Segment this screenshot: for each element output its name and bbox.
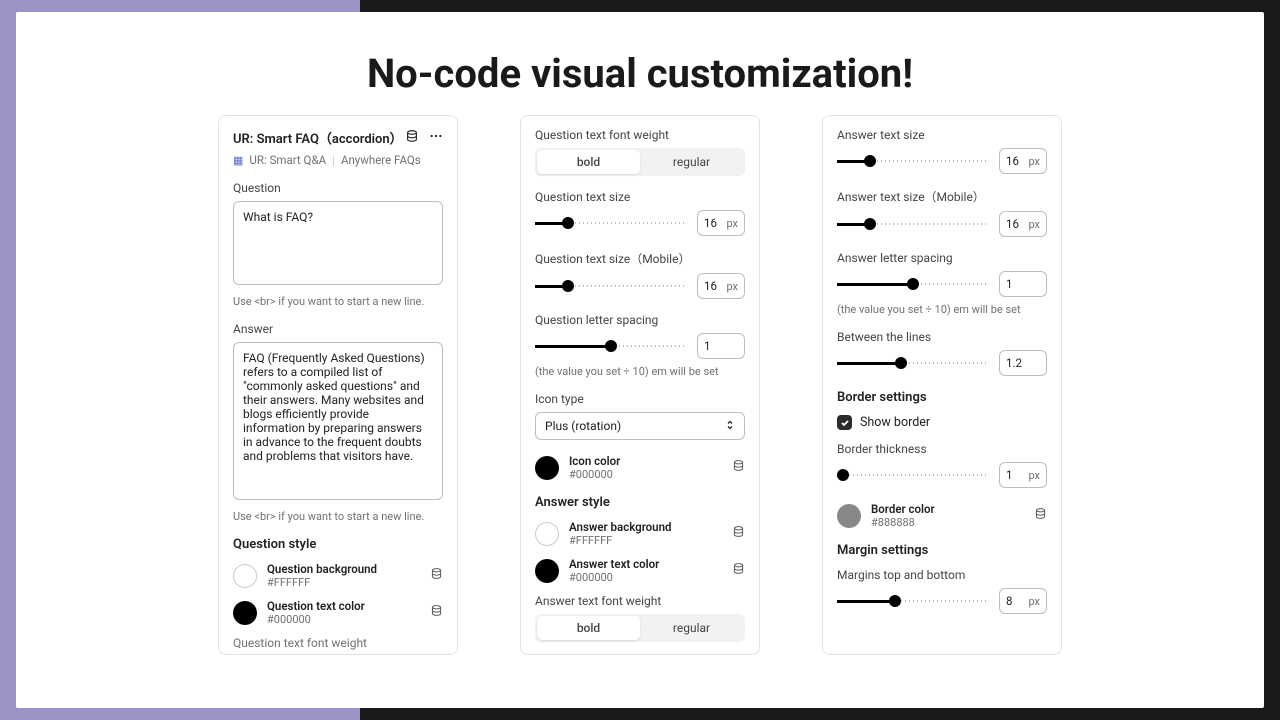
question-hint: Use <br> if you want to start a new line… xyxy=(233,295,443,308)
a-size-m-input[interactable]: 16px xyxy=(999,211,1047,237)
question-label: Question xyxy=(233,181,443,195)
panels-row: UR: Smart FAQ（accordion） ▦ UR: Smart Q&A… xyxy=(16,115,1264,655)
seg-bold-button[interactable]: bold xyxy=(537,150,640,174)
lines-input[interactable]: 1.2 xyxy=(999,350,1047,376)
swatch-black-icon xyxy=(535,456,559,480)
dynamic-source-icon[interactable] xyxy=(405,129,419,147)
q-weight-segmented: bold regular xyxy=(535,148,745,176)
a-ls-label: Answer letter spacing xyxy=(837,251,1047,265)
lines-label: Between the lines xyxy=(837,330,1047,344)
question-weight-label-cut: Question text font weight xyxy=(233,636,443,650)
link-icon[interactable] xyxy=(732,459,745,476)
color-hex: #FFFFFF xyxy=(267,576,420,589)
a-size-slider[interactable] xyxy=(837,154,989,168)
select-value: Plus (rotation) xyxy=(545,419,621,433)
margin-slider[interactable] xyxy=(837,594,989,608)
link-icon[interactable] xyxy=(732,525,745,542)
question-style-title: Question style xyxy=(233,537,443,552)
seg-bold-button[interactable]: bold xyxy=(537,616,640,640)
border-settings-title: Border settings xyxy=(837,390,1047,405)
border-thick-input[interactable]: 1px xyxy=(999,462,1047,488)
color-name: Question background xyxy=(267,562,420,576)
swatch-gray-icon xyxy=(837,504,861,528)
show-border-row[interactable]: Show border xyxy=(837,415,1047,430)
a-size-m-label: Answer text size（Mobile） xyxy=(837,188,1047,205)
answer-hint: Use <br> if you want to start a new line… xyxy=(233,510,443,523)
breadcrumb-divider: | xyxy=(332,153,335,167)
a-ls-slider[interactable] xyxy=(837,277,989,291)
breadcrumb: ▦ UR: Smart Q&A | Anywhere FAQs xyxy=(233,153,443,167)
chevron-updown-icon xyxy=(725,419,735,433)
answer-style-title: Answer style xyxy=(535,495,745,510)
ls-hint: (the value you set ÷ 10) em will be set xyxy=(837,303,1047,316)
swatch-white-icon xyxy=(233,564,257,588)
answer-label: Answer xyxy=(233,322,443,336)
panel-answer-border-margin: Answer text size 16px Answer text size（M… xyxy=(822,115,1062,655)
color-name: Icon color xyxy=(569,454,722,468)
link-icon[interactable] xyxy=(430,567,443,584)
answer-input[interactable] xyxy=(233,342,443,500)
hero-title: No-code visual customization! xyxy=(16,12,1264,115)
show-border-label: Show border xyxy=(860,415,930,430)
seg-regular-button[interactable]: regular xyxy=(640,150,743,174)
lines-slider[interactable] xyxy=(837,356,989,370)
more-icon[interactable] xyxy=(429,129,443,147)
a-size-input[interactable]: 16px xyxy=(999,148,1047,174)
ls-hint: (the value you set ÷ 10) em will be set xyxy=(535,365,745,378)
icon-type-select[interactable]: Plus (rotation) xyxy=(535,412,745,440)
q-ls-slider[interactable] xyxy=(535,339,687,353)
q-weight-label: Question text font weight xyxy=(535,128,745,142)
panel-question-typography: Question text font weight bold regular Q… xyxy=(520,115,760,655)
q-ls-input[interactable]: 1 xyxy=(697,333,745,359)
border-thick-slider[interactable] xyxy=(837,468,989,482)
answer-text-color-row[interactable]: Answer text color #000000 xyxy=(535,557,745,584)
seg-regular-button[interactable]: regular xyxy=(640,616,743,640)
margin-label: Margins top and bottom xyxy=(837,568,1047,582)
swatch-white-icon xyxy=(535,522,559,546)
icon-type-label: Icon type xyxy=(535,392,745,406)
link-icon[interactable] xyxy=(1034,507,1047,524)
color-name: Answer background xyxy=(569,520,722,534)
color-hex: #000000 xyxy=(569,571,722,584)
color-name: Border color xyxy=(871,502,1024,516)
q-size-slider[interactable] xyxy=(535,216,687,230)
margin-input[interactable]: 8px xyxy=(999,588,1047,614)
breadcrumb-app: UR: Smart Q&A xyxy=(249,153,326,167)
color-hex: #888888 xyxy=(871,516,1024,529)
border-color-row[interactable]: Border color #888888 xyxy=(837,502,1047,529)
content-card: No-code visual customization! UR: Smart … xyxy=(16,12,1264,708)
a-size-label: Answer text size xyxy=(837,128,1047,142)
margin-settings-title: Margin settings xyxy=(837,543,1047,558)
q-ls-label: Question letter spacing xyxy=(535,313,745,327)
q-size-m-slider[interactable] xyxy=(535,279,687,293)
question-text-color-row[interactable]: Question text color #000000 xyxy=(233,599,443,626)
breadcrumb-section: Anywhere FAQs xyxy=(341,153,421,167)
color-hex: #FFFFFF xyxy=(569,534,722,547)
color-hex: #000000 xyxy=(569,468,722,481)
a-ls-input[interactable]: 1 xyxy=(999,271,1047,297)
a-weight-segmented: bold regular xyxy=(535,614,745,642)
swatch-black-icon xyxy=(233,601,257,625)
color-name: Question text color xyxy=(267,599,420,613)
a-size-m-slider[interactable] xyxy=(837,217,989,231)
app-icon: ▦ xyxy=(233,154,243,167)
swatch-black-icon xyxy=(535,559,559,583)
q-size-label: Question text size xyxy=(535,190,745,204)
q-size-m-label: Question text size（Mobile） xyxy=(535,250,745,267)
question-input[interactable] xyxy=(233,201,443,285)
q-size-m-input[interactable]: 16px xyxy=(697,273,745,299)
color-hex: #000000 xyxy=(267,613,420,626)
question-bg-color-row[interactable]: Question background #FFFFFF xyxy=(233,562,443,589)
a-weight-label: Answer text font weight xyxy=(535,594,745,608)
checkbox-checked-icon[interactable] xyxy=(837,415,852,430)
border-thick-label: Border thickness xyxy=(837,442,1047,456)
answer-bg-color-row[interactable]: Answer background #FFFFFF xyxy=(535,520,745,547)
color-name: Answer text color xyxy=(569,557,722,571)
link-icon[interactable] xyxy=(732,562,745,579)
block-title: UR: Smart FAQ（accordion） xyxy=(233,128,403,147)
icon-color-row[interactable]: Icon color #000000 xyxy=(535,454,745,481)
q-size-input[interactable]: 16px xyxy=(697,210,745,236)
link-icon[interactable] xyxy=(430,604,443,621)
panel-question-answer: UR: Smart FAQ（accordion） ▦ UR: Smart Q&A… xyxy=(218,115,458,655)
